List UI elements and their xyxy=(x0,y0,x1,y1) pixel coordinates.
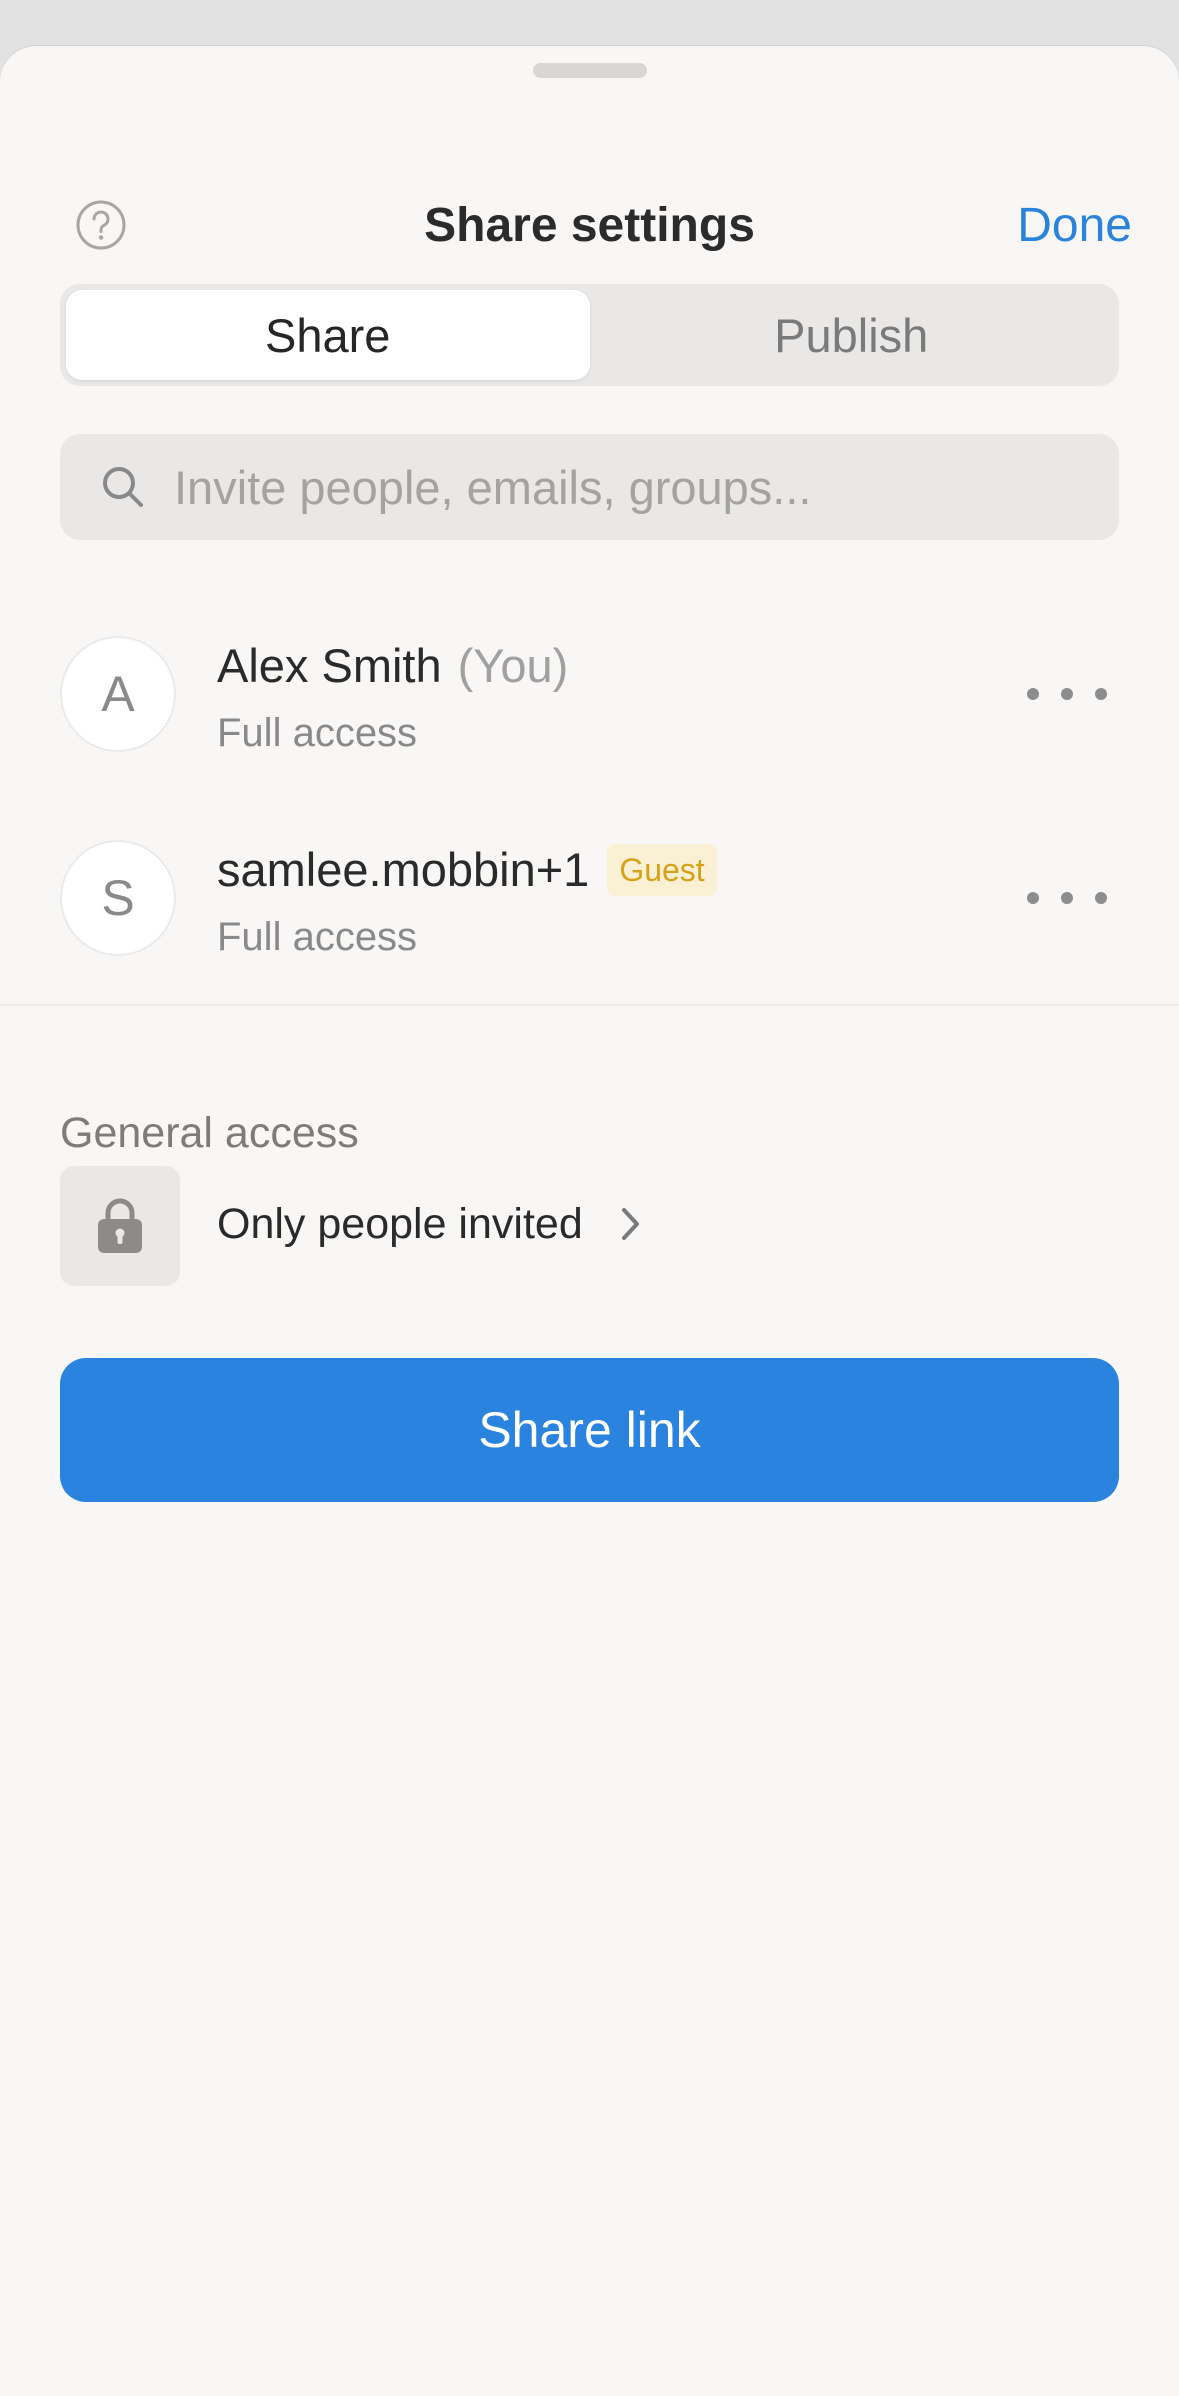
invite-search-input[interactable] xyxy=(172,458,1076,516)
share-publish-segmented-control: Share Publish xyxy=(60,284,1119,386)
help-button[interactable] xyxy=(75,199,127,251)
avatar: S xyxy=(60,840,176,956)
member-access: Full access xyxy=(217,711,418,755)
tab-publish[interactable]: Publish xyxy=(590,290,1114,380)
member-row-samlee[interactable]: S samlee.mobbin+1 Guest Full access xyxy=(60,840,1119,960)
sheet-grabber[interactable] xyxy=(533,63,647,78)
dot xyxy=(1095,892,1107,904)
question-circle-icon xyxy=(76,200,126,250)
more-options-button[interactable] xyxy=(1027,674,1107,714)
section-divider xyxy=(0,1004,1179,1006)
dot xyxy=(1027,688,1039,700)
you-label: (You) xyxy=(457,639,569,692)
search-icon xyxy=(103,467,143,507)
guest-badge: Guest xyxy=(607,844,717,896)
avatar: A xyxy=(60,636,176,752)
dot xyxy=(1061,688,1073,700)
lock-icon xyxy=(98,1198,142,1253)
share-settings-sheet: Share settings Done Share Publish A Alex… xyxy=(0,46,1179,2396)
lock-icon-box xyxy=(60,1166,180,1286)
dot xyxy=(1061,892,1073,904)
general-access-option: Only people invited xyxy=(217,1200,583,1248)
member-access: Full access xyxy=(217,915,418,959)
page-title: Share settings xyxy=(424,199,755,252)
member-row-alex[interactable]: A Alex Smith (You) Full access xyxy=(60,636,1119,756)
tab-share[interactable]: Share xyxy=(66,290,590,380)
member-name-text: samlee.mobbin+1 xyxy=(217,843,590,896)
general-access-heading: General access xyxy=(60,1109,359,1157)
invite-search-field[interactable] xyxy=(60,434,1119,540)
member-name-text: Alex Smith xyxy=(217,639,442,692)
chevron-right-icon xyxy=(622,1208,639,1240)
member-name: samlee.mobbin+1 Guest xyxy=(217,840,717,900)
more-options-button[interactable] xyxy=(1027,878,1107,918)
share-link-button[interactable]: Share link xyxy=(60,1358,1119,1502)
member-name: Alex Smith (You) xyxy=(217,636,568,696)
dot xyxy=(1027,892,1039,904)
done-button[interactable]: Done xyxy=(1017,196,1132,256)
dot xyxy=(1095,688,1107,700)
general-access-row[interactable]: Only people invited xyxy=(60,1166,760,1286)
